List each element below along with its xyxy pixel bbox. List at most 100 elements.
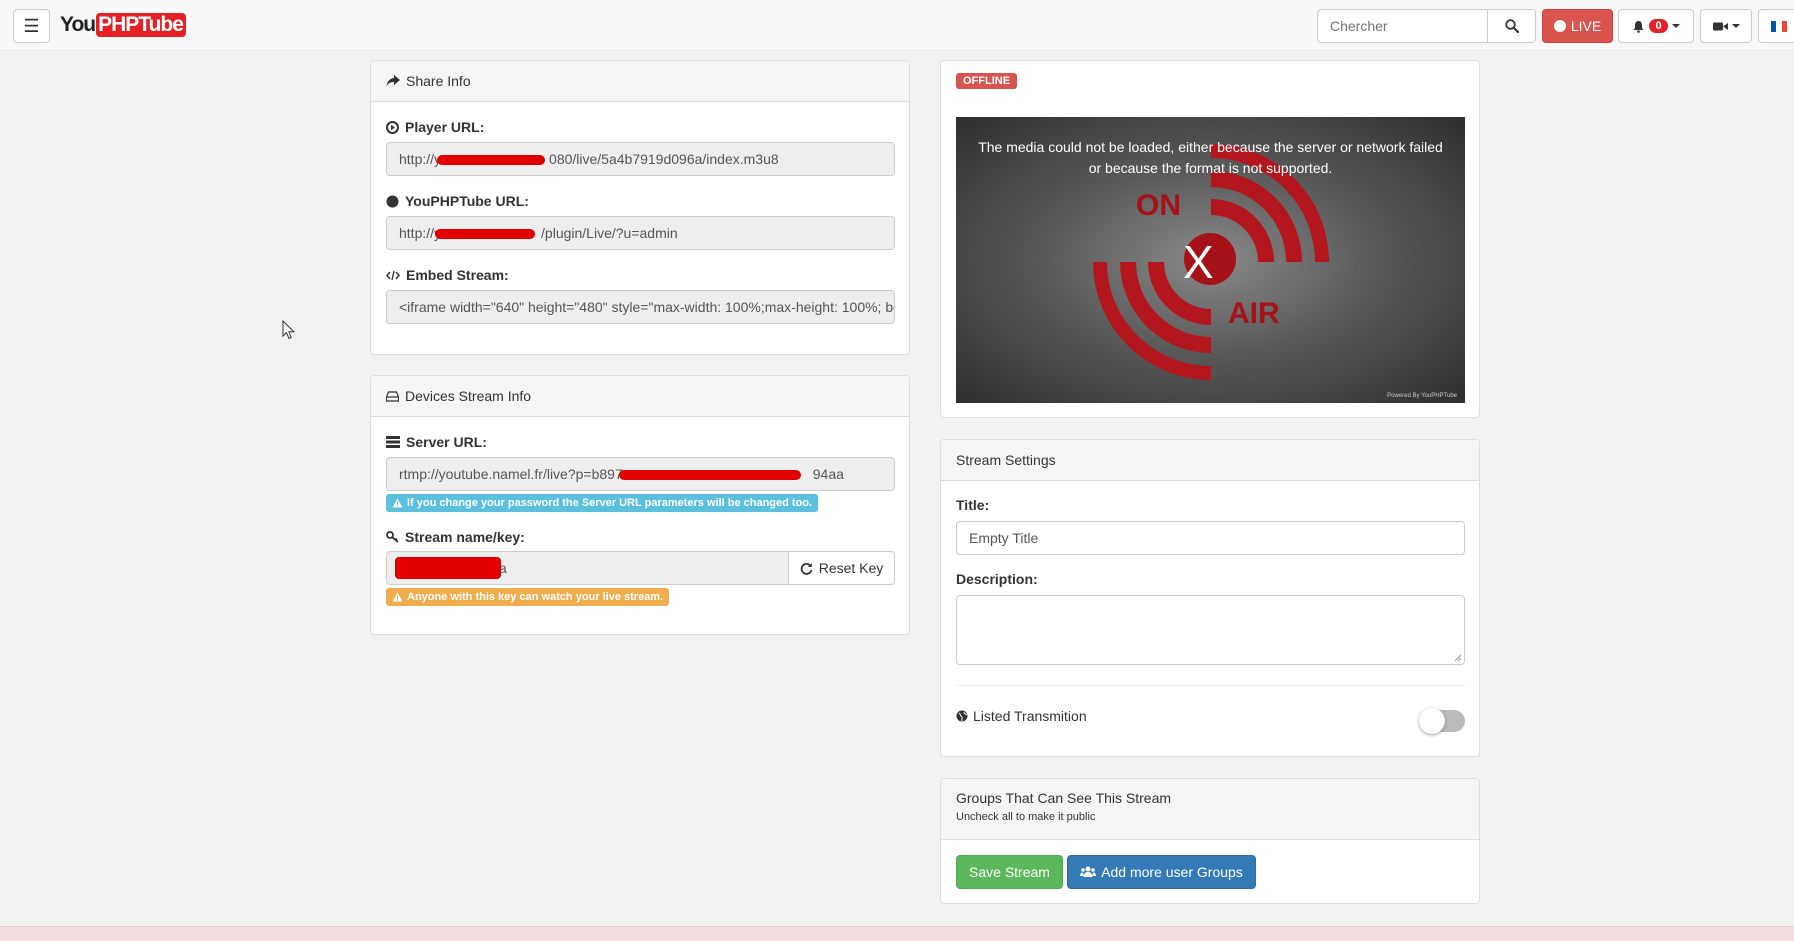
play-circle-icon	[386, 120, 399, 134]
title-value: Empty Title	[969, 530, 1039, 546]
search-icon	[1504, 19, 1519, 33]
reset-key-button[interactable]: Reset Key	[788, 551, 895, 585]
youphptube-url-field[interactable]: http://y /plugin/Live/?u=admin	[386, 216, 895, 250]
notification-count-badge: 0	[1649, 19, 1668, 33]
divider	[956, 685, 1465, 686]
chevron-down-icon	[1671, 24, 1680, 28]
globe-icon	[956, 710, 968, 722]
listed-transmission-text: Listed Transmition	[973, 708, 1087, 724]
video-player[interactable]: ON AIR The media could not be loaded, ei…	[956, 117, 1465, 403]
save-stream-button[interactable]: Save Stream	[956, 855, 1063, 889]
add-user-groups-button[interactable]: Add more user Groups	[1067, 855, 1256, 889]
share-info-title: Share Info	[406, 73, 471, 89]
server-url-hint-text: If you change your password the Server U…	[407, 497, 813, 509]
video-camera-icon	[1712, 22, 1728, 30]
server-url-label-text: Server URL:	[406, 434, 487, 450]
go-live-button[interactable]: LIVE	[1542, 9, 1613, 43]
offline-status-badge: OFFLINE	[956, 73, 1018, 89]
live-label: LIVE	[1570, 18, 1602, 34]
youphptube-url-suffix: /plugin/Live/?u=admin	[541, 225, 678, 241]
server-icon	[386, 436, 400, 448]
circle-icon	[386, 195, 399, 207]
resize-handle-icon[interactable]	[1454, 654, 1462, 662]
player-url-suffix: 080/live/5a4b7919d096a/index.m3u8	[549, 151, 779, 167]
mouse-cursor-icon	[282, 320, 296, 340]
player-url-field[interactable]: http://y 080/live/5a4b7919d096a/index.m3…	[386, 142, 895, 176]
devices-stream-panel: Devices Stream Info Server URL: rtmp://y…	[370, 375, 910, 635]
description-textarea[interactable]	[956, 595, 1465, 665]
logo-text-tube: PHPTube	[96, 13, 186, 37]
title-label-text: Title:	[956, 497, 990, 513]
on-air-text-on: ON	[1136, 189, 1181, 222]
redaction-mark	[435, 229, 535, 239]
hamburger-icon: ☰	[23, 15, 40, 36]
server-url-field[interactable]: rtmp://youtube.namel.fr/live?p=b897 94aa	[386, 457, 895, 491]
chevron-down-icon	[1731, 24, 1740, 28]
stream-key-label: Stream name/key:	[386, 529, 525, 545]
title-label: Title:	[956, 497, 989, 513]
on-air-text-air: AIR	[1228, 297, 1280, 330]
search-button[interactable]	[1487, 9, 1536, 43]
warning-icon	[392, 498, 403, 508]
stream-settings-heading: Stream Settings	[941, 440, 1479, 481]
embed-stream-field[interactable]: <iframe width="640" height="480" style="…	[386, 290, 895, 324]
stream-settings-panel: Stream Settings Title: Empty Title Descr…	[940, 439, 1480, 757]
live-dot-icon	[1553, 20, 1566, 32]
devices-stream-heading: Devices Stream Info	[371, 376, 909, 417]
server-url-prefix: rtmp://youtube.namel.fr/live?p=b897	[399, 466, 623, 482]
share-info-heading: Share Info	[371, 61, 909, 102]
server-url-suffix: 94aa	[812, 466, 844, 482]
logo-text-you: You	[60, 13, 96, 36]
code-icon	[386, 270, 400, 280]
server-url-label: Server URL:	[386, 434, 487, 450]
player-url-label: Player URL:	[386, 119, 484, 135]
embed-stream-value: <iframe width="640" height="480" style="…	[399, 299, 894, 315]
language-selector[interactable]	[1758, 9, 1794, 43]
french-flag-icon	[1771, 20, 1787, 32]
title-input[interactable]: Empty Title	[956, 521, 1465, 555]
stream-key-warning-text: Anyone with this key can watch your live…	[407, 591, 664, 603]
powered-by-watermark: Powered By YouPHPTube	[1387, 393, 1457, 399]
devices-stream-title: Devices Stream Info	[405, 388, 532, 404]
stream-key-field[interactable]: a	[386, 551, 789, 585]
add-user-groups-label: Add more user Groups	[1101, 864, 1243, 880]
server-url-hint: If you change your password the Server U…	[386, 494, 819, 512]
youphptube-url-label-text: YouPHPTube URL:	[405, 193, 529, 209]
stream-groups-heading: Groups That Can See This Stream Uncheck …	[941, 779, 1479, 840]
embed-stream-label-text: Embed Stream:	[406, 267, 509, 283]
listed-transmission-toggle[interactable]	[1419, 708, 1465, 734]
save-stream-label: Save Stream	[969, 864, 1050, 880]
notifications-button[interactable]: 0	[1618, 9, 1694, 43]
stream-key-warning: Anyone with this key can watch your live…	[386, 588, 670, 606]
stream-groups-subtitle: Uncheck all to make it public	[956, 811, 1096, 823]
search-bar	[1317, 9, 1536, 43]
live-player-panel: OFFLINE ON AIR The media could not be lo…	[940, 60, 1480, 418]
toggle-knob	[1419, 708, 1445, 734]
video-error-message: The media could not be loaded, either be…	[978, 139, 1443, 176]
youphptube-url-label: YouPHPTube URL:	[386, 193, 529, 209]
refresh-icon	[800, 562, 813, 575]
close-icon[interactable]: X	[1183, 235, 1214, 289]
redaction-mark	[619, 470, 801, 480]
redaction-mark	[437, 155, 545, 165]
users-icon	[1080, 866, 1097, 877]
hdd-icon	[386, 390, 399, 402]
stream-key-label-text: Stream name/key:	[405, 529, 525, 545]
stream-groups-title: Groups That Can See This Stream	[956, 790, 1172, 806]
warning-icon	[392, 592, 403, 602]
description-label: Description:	[956, 571, 1038, 587]
player-url-prefix: http://y	[399, 151, 442, 167]
search-input[interactable]	[1317, 9, 1487, 43]
stream-groups-panel: Groups That Can See This Stream Uncheck …	[940, 778, 1480, 904]
player-url-label-text: Player URL:	[405, 119, 485, 135]
menu-toggle-button[interactable]: ☰	[13, 9, 50, 43]
camera-menu-button[interactable]	[1700, 9, 1752, 43]
listed-transmission-label: Listed Transmition	[956, 708, 1087, 724]
bell-icon	[1633, 20, 1644, 33]
key-icon	[386, 531, 399, 543]
site-logo[interactable]: You PHPTube	[60, 13, 186, 37]
description-label-text: Description:	[956, 571, 1038, 587]
share-icon	[386, 75, 400, 87]
embed-stream-label: Embed Stream:	[386, 267, 509, 283]
share-info-panel: Share Info Player URL: http://y 080/live…	[370, 60, 910, 355]
